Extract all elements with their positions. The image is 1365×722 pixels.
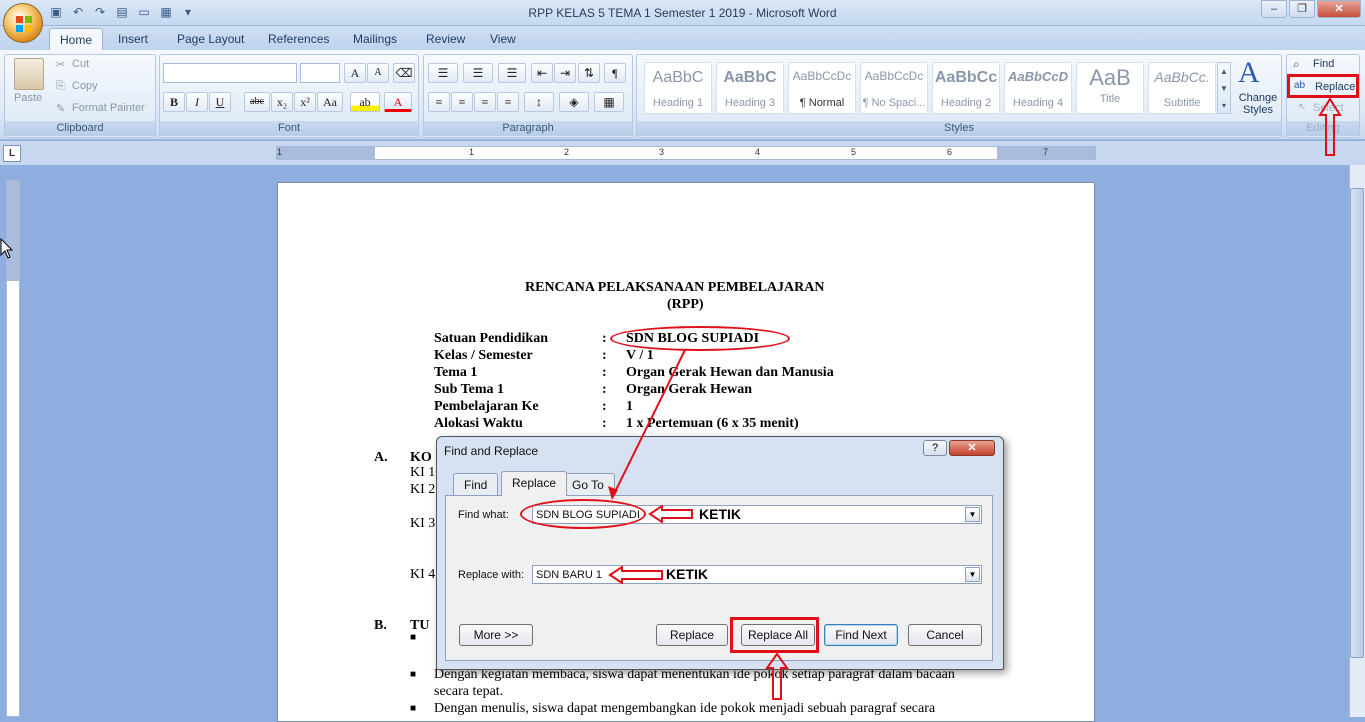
left-arrow-icon [608, 566, 663, 584]
up-arrow-icon [765, 652, 789, 700]
office-logo-icon [16, 16, 32, 32]
left-arrow-icon [648, 505, 693, 523]
pointer-line [608, 349, 686, 500]
ketik-label: KETIK [666, 566, 708, 582]
replace-all-highlight-box [730, 617, 819, 653]
tab-replace[interactable]: Replace [501, 471, 568, 496]
office-button[interactable] [3, 3, 43, 43]
ketik-label: KETIK [699, 506, 741, 522]
mouse-cursor-icon [0, 238, 14, 259]
